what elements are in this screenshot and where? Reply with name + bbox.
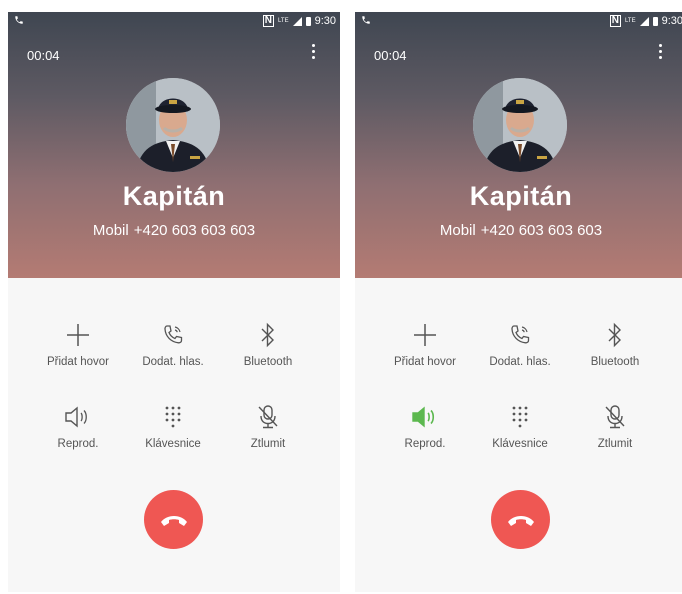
- lte-icon: LTE: [625, 18, 636, 24]
- speaker-button-active[interactable]: Reprod.: [375, 402, 475, 450]
- bluetooth-label: Bluetooth: [243, 356, 293, 368]
- call-header: N LTE 9:30 00:04 Kapitán Mobil +420 603 …: [355, 12, 682, 278]
- status-time: 9:30: [314, 15, 336, 27]
- bluetooth-button[interactable]: Bluetooth: [565, 320, 665, 368]
- bluetooth-label: Bluetooth: [590, 356, 640, 368]
- speaker-icon: [28, 402, 128, 432]
- hang-up-icon: [160, 515, 187, 526]
- voice-call-icon: [123, 320, 223, 350]
- speaker-label: Reprod.: [57, 438, 99, 450]
- add-call-label: Přidat hovor: [46, 356, 109, 368]
- nfc-icon: N: [609, 15, 622, 27]
- speaker-label: Reprod.: [404, 438, 446, 450]
- voice-call-label: Dodat. hlas.: [142, 356, 204, 368]
- signal-icon: [292, 16, 302, 26]
- hang-up-icon: [507, 515, 534, 526]
- more-options-icon[interactable]: [659, 44, 663, 59]
- dialpad-button[interactable]: Klávesnice: [123, 402, 223, 450]
- more-options-icon[interactable]: [312, 44, 316, 59]
- bluetooth-button[interactable]: Bluetooth: [218, 320, 318, 368]
- call-screen-left: N LTE 9:30 00:04 Kapitán Mobil +420 603 …: [8, 12, 340, 592]
- mute-label: Ztlumit: [250, 438, 286, 450]
- end-call-button[interactable]: [144, 490, 203, 549]
- status-bar: N LTE 9:30: [8, 12, 340, 32]
- signal-icon: [639, 16, 649, 26]
- avatar: [126, 78, 220, 172]
- mute-button[interactable]: Ztlumit: [218, 402, 318, 450]
- mute-microphone-icon: [565, 402, 665, 432]
- add-call-label: Přidat hovor: [393, 356, 456, 368]
- dialpad-icon: [123, 402, 223, 432]
- ongoing-call-icon: [361, 15, 371, 28]
- ongoing-call-icon: [14, 15, 24, 28]
- add-icon: [375, 320, 475, 350]
- add-icon: [28, 320, 128, 350]
- call-duration: 00:04: [27, 48, 60, 63]
- contact-number-line: Mobil +420 603 603 603: [8, 222, 340, 239]
- number-type-label: Mobil: [439, 222, 476, 239]
- speaker-button[interactable]: Reprod.: [28, 402, 128, 450]
- status-time: 9:30: [661, 15, 682, 27]
- end-call-button[interactable]: [491, 490, 550, 549]
- dialpad-button[interactable]: Klávesnice: [470, 402, 570, 450]
- call-duration: 00:04: [374, 48, 407, 63]
- call-screen-right: N LTE 9:30 00:04 Kapitán Mobil +420 603 …: [355, 12, 682, 592]
- bluetooth-icon: [565, 320, 665, 350]
- voice-call-button[interactable]: Dodat. hlas.: [470, 320, 570, 368]
- phone-number: +420 603 603 603: [480, 222, 603, 239]
- bluetooth-icon: [218, 320, 318, 350]
- dialpad-icon: [470, 402, 570, 432]
- mute-button[interactable]: Ztlumit: [565, 402, 665, 450]
- mute-microphone-icon: [218, 402, 318, 432]
- mute-label: Ztlumit: [597, 438, 633, 450]
- avatar: [473, 78, 567, 172]
- status-bar: N LTE 9:30: [355, 12, 682, 32]
- dialpad-label: Klávesnice: [492, 438, 548, 450]
- dialpad-label: Klávesnice: [145, 438, 201, 450]
- call-header: N LTE 9:30 00:04 Kapitán Mobil +420 603 …: [8, 12, 340, 278]
- contact-name: Kapitán: [122, 181, 226, 211]
- voice-call-label: Dodat. hlas.: [489, 356, 551, 368]
- add-call-button[interactable]: Přidat hovor: [28, 320, 128, 368]
- phone-number: +420 603 603 603: [133, 222, 256, 239]
- contact-name: Kapitán: [469, 181, 573, 211]
- nfc-icon: N: [262, 15, 275, 27]
- voice-call-icon: [470, 320, 570, 350]
- lte-icon: LTE: [278, 18, 289, 24]
- battery-icon: [305, 16, 311, 26]
- contact-number-line: Mobil +420 603 603 603: [355, 222, 682, 239]
- speaker-icon: [375, 402, 475, 432]
- battery-icon: [652, 16, 658, 26]
- number-type-label: Mobil: [92, 222, 129, 239]
- voice-call-button[interactable]: Dodat. hlas.: [123, 320, 223, 368]
- add-call-button[interactable]: Přidat hovor: [375, 320, 475, 368]
